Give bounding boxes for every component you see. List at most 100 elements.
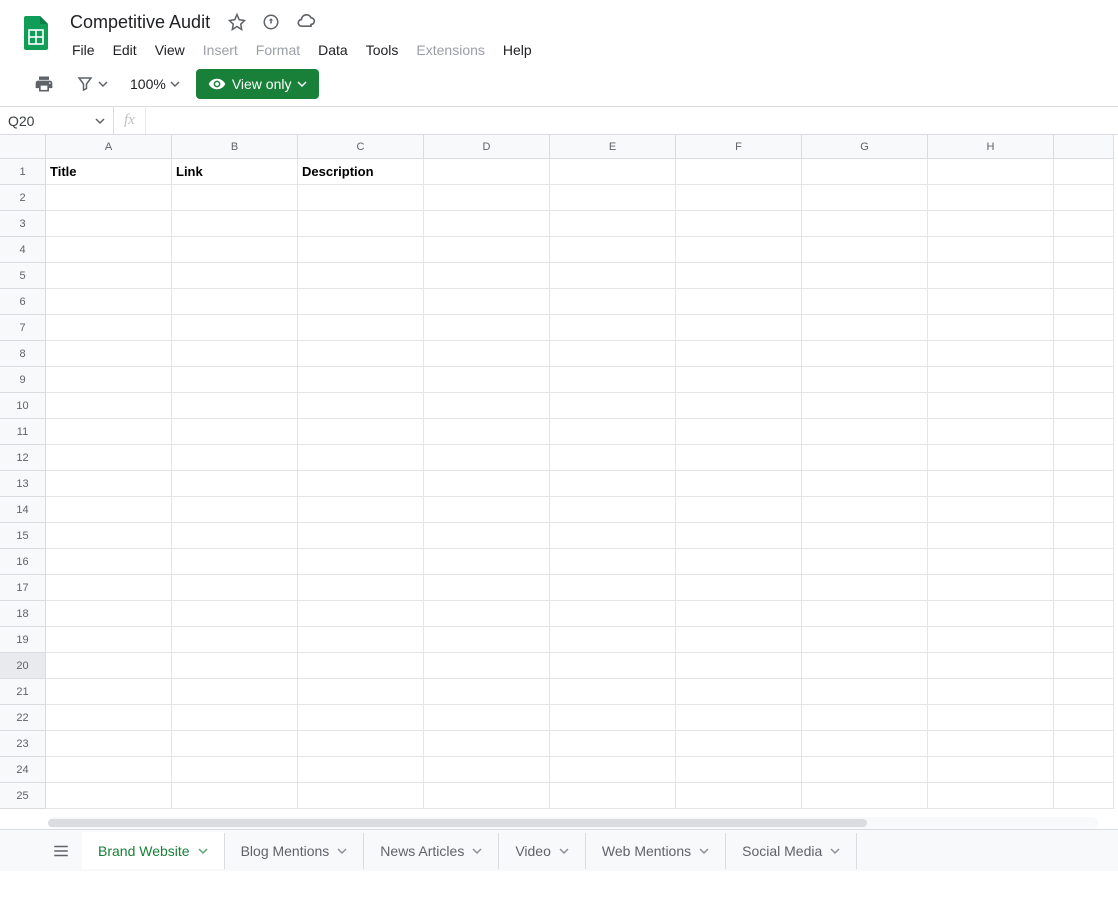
cell[interactable] bbox=[676, 237, 802, 263]
cell[interactable] bbox=[172, 731, 298, 757]
cell[interactable] bbox=[676, 471, 802, 497]
cell[interactable] bbox=[550, 549, 676, 575]
column-header[interactable]: C bbox=[298, 135, 424, 159]
cell[interactable] bbox=[802, 263, 928, 289]
cell[interactable] bbox=[424, 627, 550, 653]
cell[interactable] bbox=[172, 601, 298, 627]
cell[interactable] bbox=[550, 471, 676, 497]
cell[interactable] bbox=[172, 185, 298, 211]
row-header[interactable]: 16 bbox=[0, 549, 46, 575]
cell[interactable] bbox=[550, 367, 676, 393]
row-header[interactable]: 4 bbox=[0, 237, 46, 263]
row-header[interactable]: 9 bbox=[0, 367, 46, 393]
print-icon[interactable] bbox=[28, 68, 60, 100]
cell[interactable] bbox=[1054, 679, 1114, 705]
cell[interactable] bbox=[550, 705, 676, 731]
cell[interactable] bbox=[1054, 757, 1114, 783]
cell[interactable] bbox=[928, 159, 1054, 185]
cell[interactable] bbox=[424, 653, 550, 679]
row-header[interactable]: 15 bbox=[0, 523, 46, 549]
cell[interactable] bbox=[298, 627, 424, 653]
cell[interactable] bbox=[1054, 731, 1114, 757]
cell[interactable] bbox=[928, 549, 1054, 575]
cell[interactable] bbox=[1054, 445, 1114, 471]
cell[interactable] bbox=[46, 263, 172, 289]
cell[interactable] bbox=[46, 341, 172, 367]
cell[interactable] bbox=[676, 627, 802, 653]
cell[interactable] bbox=[802, 367, 928, 393]
cell[interactable] bbox=[424, 315, 550, 341]
cell[interactable] bbox=[928, 653, 1054, 679]
cell[interactable] bbox=[298, 263, 424, 289]
sheet-tab[interactable]: Social Media bbox=[726, 833, 857, 869]
all-sheets-icon[interactable] bbox=[40, 834, 82, 868]
cell[interactable] bbox=[550, 445, 676, 471]
cell[interactable] bbox=[550, 263, 676, 289]
sheet-tab[interactable]: Video bbox=[499, 833, 586, 869]
cell[interactable] bbox=[298, 679, 424, 705]
cell[interactable] bbox=[298, 471, 424, 497]
cell[interactable] bbox=[298, 393, 424, 419]
select-all-cell[interactable] bbox=[0, 135, 46, 159]
cell[interactable] bbox=[802, 445, 928, 471]
column-header[interactable]: E bbox=[550, 135, 676, 159]
cell[interactable] bbox=[424, 211, 550, 237]
cell[interactable] bbox=[928, 367, 1054, 393]
cell[interactable] bbox=[676, 653, 802, 679]
row-header[interactable]: 3 bbox=[0, 211, 46, 237]
cell[interactable] bbox=[172, 263, 298, 289]
cell[interactable] bbox=[928, 731, 1054, 757]
cell[interactable] bbox=[676, 601, 802, 627]
cell[interactable] bbox=[424, 731, 550, 757]
sheet-tab[interactable]: Web Mentions bbox=[586, 833, 726, 869]
cell[interactable] bbox=[172, 393, 298, 419]
row-header[interactable]: 25 bbox=[0, 783, 46, 809]
column-header[interactable]: G bbox=[802, 135, 928, 159]
cell[interactable] bbox=[172, 237, 298, 263]
sheet-tab[interactable]: Brand Website bbox=[82, 833, 225, 869]
cell[interactable] bbox=[46, 185, 172, 211]
cell[interactable] bbox=[298, 523, 424, 549]
menu-data[interactable]: Data bbox=[310, 38, 356, 62]
cell[interactable] bbox=[802, 757, 928, 783]
cell[interactable] bbox=[424, 341, 550, 367]
cell[interactable] bbox=[298, 367, 424, 393]
cell[interactable] bbox=[46, 237, 172, 263]
cell[interactable] bbox=[298, 705, 424, 731]
cell[interactable] bbox=[298, 497, 424, 523]
sheet-tab[interactable]: News Articles bbox=[364, 833, 499, 869]
cell[interactable] bbox=[46, 601, 172, 627]
cell[interactable] bbox=[424, 497, 550, 523]
cell[interactable] bbox=[46, 653, 172, 679]
star-icon[interactable] bbox=[224, 9, 250, 35]
cell[interactable]: Link bbox=[172, 159, 298, 185]
row-header[interactable]: 10 bbox=[0, 393, 46, 419]
cell[interactable] bbox=[802, 523, 928, 549]
cell[interactable] bbox=[298, 211, 424, 237]
chevron-down-icon[interactable] bbox=[559, 846, 569, 856]
chevron-down-icon[interactable] bbox=[830, 846, 840, 856]
cell[interactable] bbox=[928, 757, 1054, 783]
cell[interactable] bbox=[172, 367, 298, 393]
cell[interactable] bbox=[676, 419, 802, 445]
cell[interactable] bbox=[1054, 159, 1114, 185]
cell[interactable] bbox=[46, 497, 172, 523]
cell[interactable] bbox=[928, 705, 1054, 731]
cell[interactable] bbox=[298, 341, 424, 367]
cell[interactable] bbox=[46, 211, 172, 237]
row-header[interactable]: 22 bbox=[0, 705, 46, 731]
cell[interactable] bbox=[928, 289, 1054, 315]
row-header[interactable]: 19 bbox=[0, 627, 46, 653]
cell[interactable] bbox=[172, 679, 298, 705]
cell[interactable] bbox=[424, 549, 550, 575]
cell[interactable] bbox=[802, 653, 928, 679]
cell[interactable]: Description bbox=[298, 159, 424, 185]
cell[interactable] bbox=[928, 497, 1054, 523]
cell[interactable] bbox=[928, 471, 1054, 497]
cell[interactable] bbox=[676, 731, 802, 757]
cell[interactable] bbox=[802, 575, 928, 601]
row-header[interactable]: 7 bbox=[0, 315, 46, 341]
row-header[interactable]: 24 bbox=[0, 757, 46, 783]
cell[interactable] bbox=[550, 393, 676, 419]
cell[interactable] bbox=[676, 497, 802, 523]
